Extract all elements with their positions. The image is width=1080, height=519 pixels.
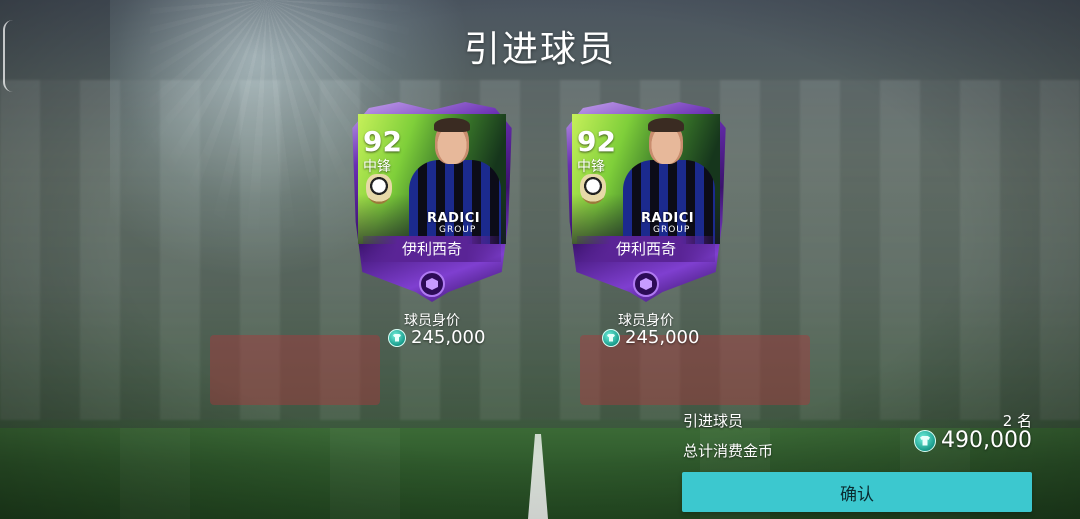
- hexagon-gem-icon: [419, 271, 445, 297]
- shirt-sponsor-sub: GROUP: [439, 225, 477, 235]
- club-badge-icon: [580, 174, 606, 204]
- player-position: 中锋: [577, 159, 605, 175]
- summary-total: 490,000: [914, 428, 1032, 453]
- confirm-button[interactable]: 确认: [682, 472, 1032, 512]
- page-title: 引进球员: [463, 29, 616, 70]
- hexagon-gem-icon: [633, 271, 659, 297]
- player-rating: 92: [577, 125, 616, 158]
- shirt-coin-icon: [602, 328, 620, 347]
- player-card[interactable]: RADICI GROUP 92 中锋 伊利西奇: [563, 102, 729, 302]
- summary-total-value: 490,000: [941, 428, 1032, 453]
- summary-players-label: 引进球员: [683, 412, 744, 430]
- shirt-coin-icon: [914, 429, 937, 452]
- player-value: 245,000: [602, 327, 699, 348]
- shirt-sponsor: RADICI: [427, 211, 481, 226]
- player-name: 伊利西奇: [363, 236, 501, 262]
- player-rating: 92: [363, 125, 402, 158]
- player-portrait: RADICI GROUP: [623, 116, 715, 244]
- shirt-sponsor: RADICI: [641, 211, 695, 226]
- player-card[interactable]: RADICI GROUP 92 中锋 伊利西奇: [349, 102, 515, 302]
- summary-total-label: 总计消费金币: [683, 442, 774, 460]
- player-portrait: RADICI GROUP: [409, 116, 501, 244]
- player-value-amount: 245,000: [625, 327, 700, 348]
- shirt-sponsor-sub: GROUP: [653, 225, 691, 235]
- club-badge-icon: [366, 174, 392, 204]
- player-value-amount: 245,000: [411, 327, 486, 348]
- player-value: 245,000: [388, 327, 485, 348]
- player-position: 中锋: [363, 159, 391, 175]
- shirt-coin-icon: [388, 328, 406, 347]
- player-name: 伊利西奇: [577, 236, 715, 262]
